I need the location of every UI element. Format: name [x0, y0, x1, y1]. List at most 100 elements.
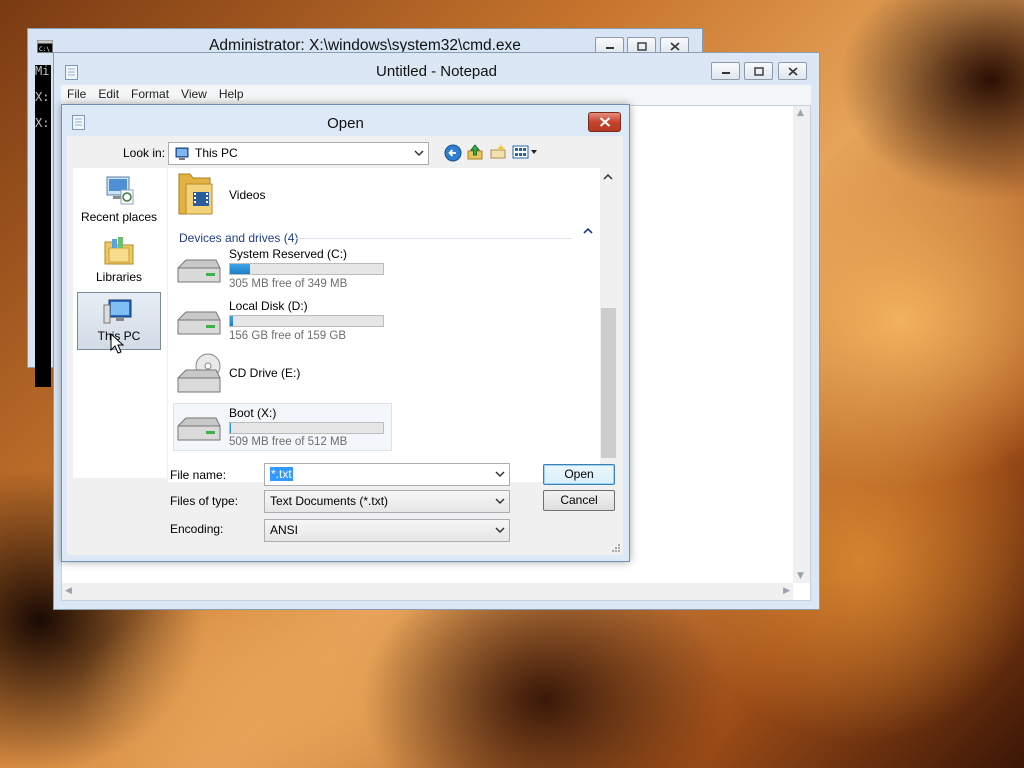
encoding-value: ANSI: [270, 523, 299, 537]
drive-item-d[interactable]: Local Disk (D:) 156 GB free of 159 GB: [174, 298, 394, 346]
back-arrow-icon: [444, 144, 462, 162]
notepad-maximize-button[interactable]: [744, 62, 773, 80]
console-line: Mi: [35, 65, 50, 78]
file-name-combo[interactable]: *.txt: [264, 463, 510, 486]
drive-name: CD Drive (E:): [229, 366, 301, 380]
menu-edit[interactable]: Edit: [92, 85, 125, 101]
scrollbar-thumb[interactable]: [601, 308, 616, 458]
item-name: Videos: [229, 188, 266, 202]
drive-usage-bar: [229, 422, 384, 434]
drive-name: Boot (X:): [229, 406, 277, 420]
cd-drive-icon: [177, 353, 221, 393]
maximize-icon: [753, 66, 764, 76]
drive-free-space: 509 MB free of 512 MB: [229, 436, 348, 448]
scroll-down-icon[interactable]: ▼: [797, 571, 804, 581]
cmd-console[interactable]: Mi X: X:: [35, 65, 51, 387]
look-in-label: Look in:: [123, 146, 166, 160]
place-libraries[interactable]: Libraries: [77, 232, 161, 290]
dialog-close-button[interactable]: [588, 112, 621, 132]
look-in-value: This PC: [195, 146, 238, 160]
group-divider: [296, 238, 572, 239]
recent-places-icon: [106, 176, 134, 205]
notepad-close-button[interactable]: [778, 62, 807, 80]
dialog-title: Open: [327, 115, 364, 132]
files-of-type-value: Text Documents (*.txt): [270, 494, 389, 508]
menu-help[interactable]: Help: [213, 85, 250, 101]
scroll-left-icon[interactable]: ◀: [65, 586, 72, 596]
look-in-combo[interactable]: This PC: [168, 142, 429, 165]
up-folder-button[interactable]: [466, 143, 484, 161]
hard-drive-icon: [177, 311, 221, 335]
minimize-icon: [605, 47, 614, 49]
console-line: X:: [35, 90, 50, 104]
files-of-type-select[interactable]: Text Documents (*.txt): [264, 490, 510, 513]
maximize-icon: [636, 41, 647, 51]
place-label: Recent places: [80, 210, 158, 224]
up-folder-icon: [467, 144, 483, 160]
console-line: X:: [35, 116, 50, 130]
drive-usage-bar: [229, 263, 384, 275]
drive-name: System Reserved (C:): [229, 247, 348, 261]
drive-item-c[interactable]: System Reserved (C:) 305 MB free of 349 …: [174, 246, 394, 294]
scroll-up-icon[interactable]: [603, 173, 613, 181]
chevron-down-icon: [495, 527, 505, 534]
videos-folder-icon: [178, 173, 213, 215]
close-icon: [787, 66, 798, 76]
notepad-window-title: Untitled - Notepad: [376, 63, 497, 80]
this-pc-icon: [175, 147, 189, 160]
notepad-vertical-scrollbar[interactable]: ▲ ▼: [793, 106, 810, 583]
new-folder-icon: [490, 144, 506, 159]
scroll-up-icon[interactable]: ▲: [797, 108, 804, 118]
back-button[interactable]: [444, 144, 462, 162]
minimize-icon: [721, 72, 730, 74]
libraries-icon: [104, 237, 134, 265]
chevron-down-icon: [495, 498, 505, 505]
chevron-down-icon[interactable]: [495, 469, 505, 479]
resize-grip-icon[interactable]: [611, 543, 621, 553]
notepad-menu-bar: File Edit Format View Help: [61, 85, 811, 105]
notepad-horizontal-scrollbar[interactable]: ◀ ▶: [62, 583, 793, 600]
drive-item-e[interactable]: CD Drive (E:): [174, 352, 394, 398]
new-folder-button[interactable]: [489, 143, 507, 161]
file-name-input[interactable]: *.txt: [270, 467, 293, 481]
devices-group-header[interactable]: Devices and drives (4): [179, 231, 298, 245]
notepad-minimize-button[interactable]: [711, 62, 740, 80]
files-of-type-label: Files of type:: [170, 494, 239, 508]
place-recent-places[interactable]: Recent places: [77, 172, 161, 230]
close-icon: [599, 117, 610, 127]
place-label: Libraries: [95, 270, 143, 284]
cancel-button[interactable]: Cancel: [543, 490, 615, 511]
hard-drive-icon: [177, 259, 221, 283]
scroll-right-icon[interactable]: ▶: [783, 586, 790, 596]
encoding-label: Encoding:: [170, 522, 224, 536]
open-dialog[interactable]: Open Look in: This PC Recent places Libr…: [61, 104, 630, 562]
menu-view[interactable]: View: [175, 85, 213, 101]
menu-format[interactable]: Format: [125, 85, 175, 101]
drive-free-space: 156 GB free of 159 GB: [229, 330, 346, 342]
drive-name: Local Disk (D:): [229, 299, 308, 313]
file-name-value: *.txt: [270, 467, 293, 481]
menu-file[interactable]: File: [61, 85, 92, 101]
open-button[interactable]: Open: [543, 464, 615, 485]
file-list[interactable]: Videos Devices and drives (4) System Res…: [168, 168, 617, 482]
drive-item-x[interactable]: Boot (X:) 509 MB free of 512 MB: [173, 403, 392, 451]
drive-usage-fill: [230, 264, 250, 274]
drive-usage-fill: [230, 423, 231, 433]
mouse-cursor-icon: [110, 333, 125, 354]
dialog-body: Look in: This PC Recent places Libraries…: [67, 136, 623, 555]
drive-usage-fill: [230, 316, 234, 326]
this-pc-icon: [103, 299, 132, 324]
close-icon: [669, 41, 680, 51]
hard-drive-icon: [177, 417, 221, 441]
encoding-select[interactable]: ANSI: [264, 519, 510, 542]
places-bar: Recent places Libraries This PC: [73, 168, 167, 478]
file-list-scrollbar[interactable]: [600, 168, 617, 482]
chevron-down-icon: [414, 150, 424, 157]
drive-free-space: 305 MB free of 349 MB: [229, 278, 348, 290]
drive-usage-bar: [229, 315, 384, 327]
view-menu-button[interactable]: [512, 144, 540, 160]
list-item-videos[interactable]: Videos: [174, 170, 374, 216]
view-menu-icon: [512, 145, 537, 159]
file-name-label: File name:: [170, 468, 227, 482]
collapse-group-icon[interactable]: [583, 226, 593, 236]
